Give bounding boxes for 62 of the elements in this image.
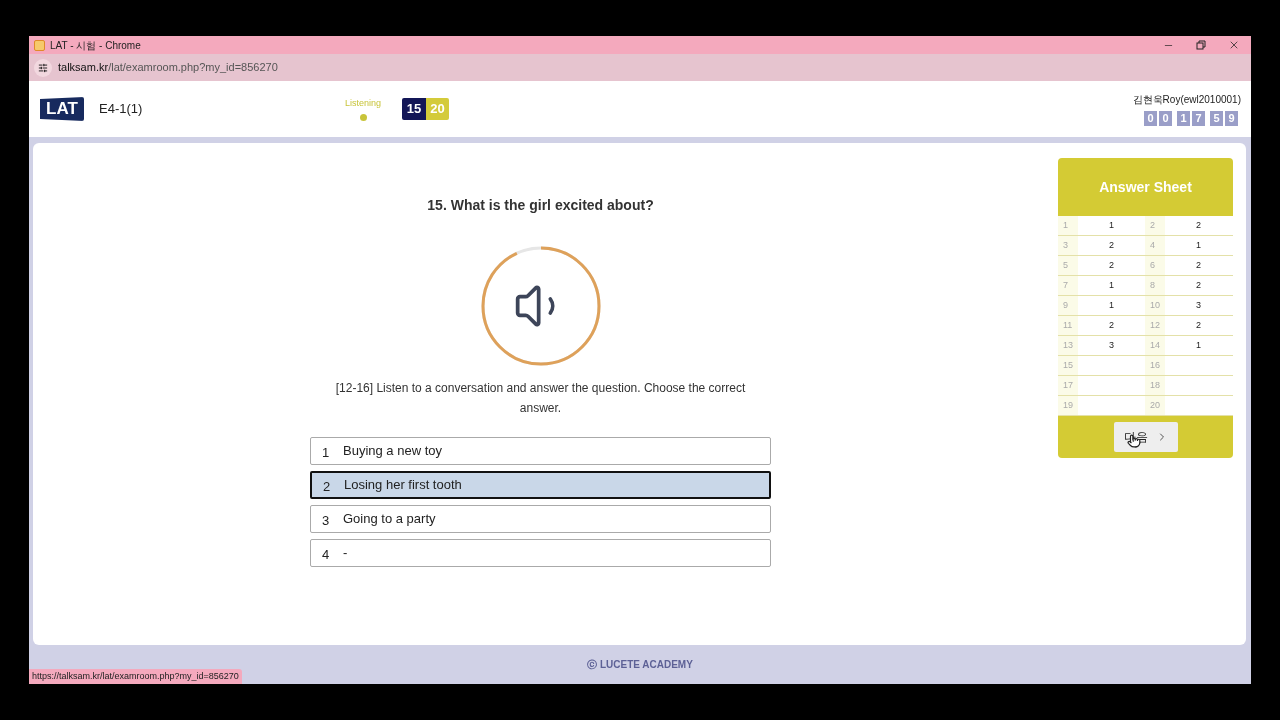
answer-cell-text: 2 bbox=[1195, 218, 1202, 232]
instruction-text: [12-16] Listen to a conversation and answer the question. Choose the correct answer. bbox=[334, 380, 747, 417]
question-number-cell: 4 bbox=[1145, 236, 1165, 255]
window-title: LAT - 시험 - Chrome bbox=[50, 38, 141, 53]
sliders-icon bbox=[38, 62, 48, 73]
question-number-cell: 6 bbox=[1145, 256, 1165, 275]
question-number: 15 bbox=[402, 98, 426, 120]
answer-option[interactable]: 3 Going to a party bbox=[310, 505, 771, 533]
timer-digit: 9 bbox=[1225, 111, 1238, 126]
question-title: 15. What is the girl excited about? bbox=[427, 196, 654, 215]
address-bar-url[interactable]: talksam.kr/lat/examroom.php?my_id=856270 bbox=[58, 59, 278, 76]
answer-option[interactable]: 1 Buying a new toy bbox=[310, 437, 771, 465]
answer-cell-text: 2 bbox=[1108, 318, 1115, 332]
question-number-cell: 1 bbox=[1058, 216, 1078, 235]
answer-cell-text: 2 bbox=[1195, 278, 1202, 292]
question-number-cell: 19 bbox=[1058, 396, 1078, 415]
answer-cell-text: 1 bbox=[1108, 218, 1115, 232]
answer-option[interactable]: 2 Losing her first tooth bbox=[310, 471, 771, 499]
logo: LAT bbox=[40, 97, 84, 121]
question-number-cell: 10 bbox=[1145, 296, 1165, 315]
exam-code: E4-1(1) bbox=[99, 100, 144, 119]
timer-digit: 0 bbox=[1144, 111, 1157, 126]
answer-cell-text: 2 bbox=[1195, 318, 1202, 332]
answer-cell-text: 2 bbox=[1195, 258, 1202, 272]
question-number-cell: 9 bbox=[1058, 296, 1078, 315]
timer-digit: 1 bbox=[1177, 111, 1190, 126]
question-number-cell: 20 bbox=[1145, 396, 1165, 415]
question-number-cell: 7 bbox=[1058, 276, 1078, 295]
answer-cell-text: 3 bbox=[1195, 298, 1202, 312]
question-number-cell: 8 bbox=[1145, 276, 1165, 295]
question-number-cell: 11 bbox=[1058, 316, 1078, 335]
answer-option[interactable]: 4 - bbox=[310, 539, 771, 567]
question-number-cell: 17 bbox=[1058, 376, 1078, 395]
timer-digit: 7 bbox=[1192, 111, 1205, 126]
question-number-cell: 3 bbox=[1058, 236, 1078, 255]
site-info-button[interactable] bbox=[34, 58, 52, 77]
footer-copyright: ⓒ LUCETE ACADEMY bbox=[587, 658, 693, 672]
status-url: https://talksam.kr/lat/examroom.php?my_id=856270 bbox=[29, 669, 242, 684]
section-label: Listening bbox=[345, 96, 381, 110]
question-number-cell: 15 bbox=[1058, 356, 1078, 375]
timer-digit: 5 bbox=[1210, 111, 1223, 126]
question-number-cell: 5 bbox=[1058, 256, 1078, 275]
question-number-cell: 16 bbox=[1145, 356, 1165, 375]
answer-cell-text: 1 bbox=[1195, 338, 1202, 352]
answer-cell-text: 2 bbox=[1108, 258, 1115, 272]
question-number-cell: 14 bbox=[1145, 336, 1165, 355]
question-number-cell: 13 bbox=[1058, 336, 1078, 355]
question-number-cell: 12 bbox=[1145, 316, 1165, 335]
answer-cell-text: 3 bbox=[1108, 338, 1115, 352]
close-icon[interactable] bbox=[1228, 39, 1240, 51]
app-icon bbox=[34, 39, 45, 51]
question-number-cell: 2 bbox=[1145, 216, 1165, 235]
answer-cell-text: 1 bbox=[1108, 298, 1115, 312]
answer-cell-text: 1 bbox=[1195, 238, 1202, 252]
answer-cell-text: 2 bbox=[1108, 238, 1115, 252]
question-number-cell: 18 bbox=[1145, 376, 1165, 395]
user-name: 김현욱Roy(ewl2010001) bbox=[1132, 93, 1241, 107]
timer-digit: 0 bbox=[1159, 111, 1172, 126]
question-total: 20 bbox=[426, 98, 449, 120]
answer-sheet-title: Answer Sheet bbox=[1098, 177, 1193, 197]
restore-icon[interactable] bbox=[1196, 40, 1206, 50]
answer-cell-text: 1 bbox=[1108, 278, 1115, 292]
